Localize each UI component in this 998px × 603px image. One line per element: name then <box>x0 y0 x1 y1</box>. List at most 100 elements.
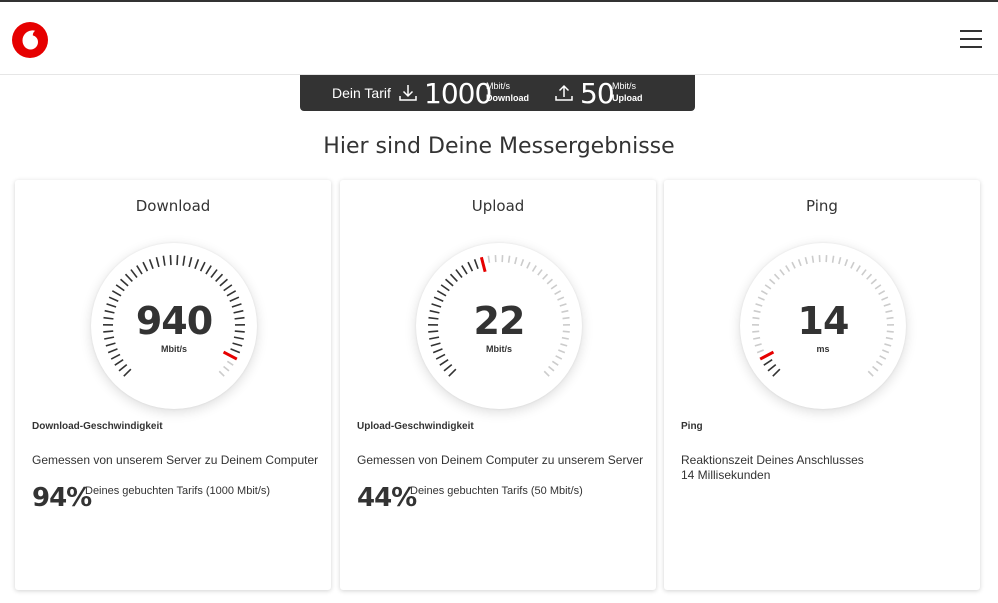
tarif-label: Dein Tarif <box>332 85 391 101</box>
gauge-tick <box>866 273 873 280</box>
gauge-tick <box>169 255 172 266</box>
download-arrow-icon <box>399 85 417 101</box>
gauge-tick <box>772 368 781 377</box>
tarif-download-value: 1000 <box>424 77 492 110</box>
result-description: Gemessen von unserem Server zu Deinem Co… <box>32 453 319 467</box>
result-description-line2: 14 Millisekunden <box>681 468 771 482</box>
gauge-tick <box>767 363 777 372</box>
tarif-download-label: Download <box>486 93 529 103</box>
gauge-tick <box>487 255 491 263</box>
gauge-tick <box>182 255 186 266</box>
gauge-tick <box>870 278 877 285</box>
gauge-tick <box>226 360 234 366</box>
gauge-tick <box>542 273 549 280</box>
gauge-needle-tick <box>479 256 487 273</box>
gauge-tick <box>764 284 772 290</box>
result-description-line1: Reaktionszeit Deines Anschlusses <box>681 453 864 467</box>
download-gauge: 940 Mbit/s <box>91 243 257 409</box>
gauge-tick <box>550 284 558 290</box>
gauge-tick <box>769 278 776 285</box>
tarif-download-unit: Mbit/s <box>486 81 511 91</box>
gauge-tick <box>114 359 124 366</box>
gauge-tick <box>791 261 796 269</box>
tarif-upload-value: 50 <box>580 77 615 110</box>
result-heading: Upload-Geschwindigkeit <box>357 421 474 432</box>
result-percent-note: Deines gebuchten Tarifs (1000 Mbit/s) <box>85 485 271 497</box>
gauge-tick <box>875 360 883 366</box>
gauge-tick <box>124 273 133 282</box>
gauge-tick <box>461 265 468 275</box>
gauge-tick <box>120 278 129 287</box>
gauge-tick <box>118 363 128 372</box>
result-percent: 94% <box>32 483 92 513</box>
gauge-tick <box>148 259 154 269</box>
gauge-tick <box>543 370 550 377</box>
gauge-tick <box>861 269 867 276</box>
page-title: Hier sind Deine Messergebnisse <box>323 134 675 159</box>
gauge-unit: Mbit/s <box>161 344 187 354</box>
gauge-tick <box>554 290 562 296</box>
gauge-tick <box>226 290 237 297</box>
result-description: Gemessen von Deinem Computer zu unserem … <box>357 453 644 467</box>
gauge-tick <box>111 290 122 297</box>
gauge-tick <box>136 265 143 275</box>
gauge-tick <box>467 261 474 272</box>
card-title: Download <box>135 197 211 215</box>
ping-card: Ping 14 ms Ping Reaktionszeit Deines Ans… <box>664 180 980 590</box>
gauge-tick <box>176 255 179 266</box>
gauge-tick <box>218 370 225 377</box>
gauge-tick <box>773 273 780 280</box>
result-percent-note: Deines gebuchten Tarifs (50 Mbit/s) <box>410 485 583 497</box>
ping-gauge: 14 ms <box>740 243 906 409</box>
gauge-tick <box>874 284 882 290</box>
gauge-tick <box>155 257 160 268</box>
gauge-unit: Mbit/s <box>486 344 512 354</box>
gauge-tick <box>785 265 791 272</box>
gauge-tick <box>115 284 125 292</box>
gauge-tick <box>520 259 525 267</box>
gauge-tick <box>439 359 449 366</box>
result-heading: Download-Geschwindigkeit <box>32 421 163 432</box>
gauge-tick <box>215 273 224 282</box>
gauge-tick <box>110 353 121 360</box>
gauge-tick <box>210 269 218 278</box>
gauge-tick <box>838 257 842 265</box>
gauge-tick <box>435 353 446 360</box>
upload-gauge: 22 Mbit/s <box>416 243 582 409</box>
gauge-tick <box>449 273 458 282</box>
hamburger-menu-icon[interactable] <box>960 30 982 50</box>
gauge-tick <box>223 284 233 292</box>
tarif-upload-label: Upload <box>612 93 643 103</box>
gauge-tick <box>445 278 454 287</box>
gauge-tick <box>526 261 531 269</box>
gauge-tick <box>142 261 149 272</box>
gauge-value: 14 <box>797 299 850 343</box>
gauge-tick <box>548 365 555 372</box>
gauge-value: 940 <box>135 299 213 343</box>
gauge-tick <box>804 257 808 265</box>
gauge-tick <box>436 290 447 297</box>
gauge-tick <box>162 255 166 266</box>
gauge-tick <box>760 290 768 296</box>
gauge-tick <box>194 259 200 269</box>
gauge-unit: ms <box>816 344 830 354</box>
gauge-tick <box>855 265 861 272</box>
upload-card: Upload 22 Mbit/s Upload-Geschwindigkeit … <box>340 180 656 590</box>
gauge-tick <box>831 255 835 263</box>
gauge-tick <box>205 265 212 275</box>
download-card: Download 940 Mbit/s Download-Geschwindig… <box>15 180 331 590</box>
gauge-tick <box>443 363 453 372</box>
gauge-tick <box>473 259 479 269</box>
gauge-tick <box>867 370 874 377</box>
tarif-upload-unit: Mbit/s <box>612 81 637 91</box>
gauge-tick <box>507 255 511 263</box>
gauge-tick <box>514 257 518 265</box>
gauge-tick <box>779 269 785 276</box>
gauge-tick <box>130 269 138 278</box>
gauge-tick <box>188 257 193 268</box>
upload-arrow-icon <box>555 84 573 101</box>
gauge-tick <box>199 261 206 272</box>
result-description: Reaktionszeit Deines Anschlusses 14 Mill… <box>681 453 971 483</box>
vodafone-logo-icon[interactable] <box>12 22 48 58</box>
gauge-tick <box>551 360 559 366</box>
